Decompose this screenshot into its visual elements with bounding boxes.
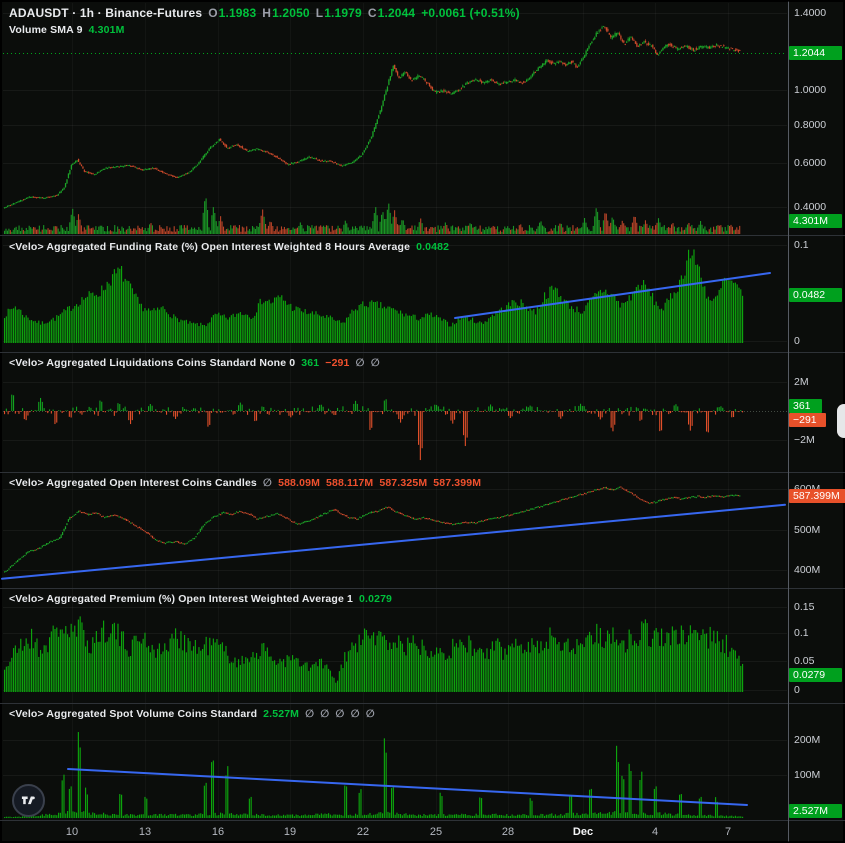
legend-part: 588.09M <box>278 477 320 489</box>
legend-part: 1.2044 <box>377 6 416 20</box>
time-tick-label: 10 <box>65 826 79 838</box>
legend-part: <Velo> Aggregated Open Interest Coins Ca… <box>9 477 257 489</box>
axis-tick-label: 0.1 <box>794 239 809 251</box>
time-tick-label: 28 <box>501 826 515 838</box>
open-interest-legend[interactable]: <Velo> Aggregated Open Interest Coins Ca… <box>9 477 487 489</box>
funding-legend[interactable]: <Velo> Aggregated Funding Rate (%) Open … <box>9 241 455 253</box>
legend-part: ∅ <box>305 708 315 720</box>
legend-part: ∅ <box>320 708 330 720</box>
price-badge: 587.399M <box>789 489 845 503</box>
legend-part: O <box>208 6 218 20</box>
premium-legend[interactable]: <Velo> Aggregated Premium (%) Open Inter… <box>9 593 398 605</box>
legend-part: ∅ <box>365 708 375 720</box>
legend-part: ∅ <box>262 477 273 489</box>
tradingview-logo-icon[interactable] <box>12 784 45 817</box>
tv-glyph-icon <box>21 796 35 805</box>
time-tick-label: 13 <box>138 826 152 838</box>
legend-part: ∅ <box>370 357 380 369</box>
axis-tick-label: 1.0000 <box>794 84 827 96</box>
axis-tick-label: 0.1 <box>794 627 809 639</box>
price-badge: 0.0482 <box>789 288 842 302</box>
legend-part: 0.0482 <box>416 241 450 253</box>
time-tick-label: 25 <box>429 826 443 838</box>
axis-tick-label: 100M <box>794 769 821 781</box>
legend-part: C <box>367 6 377 20</box>
time-tick-label: 16 <box>211 826 225 838</box>
liquidations-legend[interactable]: <Velo> Aggregated Liquidations Coins Sta… <box>9 357 386 369</box>
time-tick-label: 19 <box>283 826 297 838</box>
time-tick-label: 22 <box>356 826 370 838</box>
symbol-legend[interactable]: ADAUSDT · 1h · Binance-Futures O1.1983 H1.… <box>9 6 526 20</box>
legend-part: <Velo> Aggregated Spot Volume Coins Stan… <box>9 708 258 720</box>
axis-tick-label: 0.6000 <box>794 157 827 169</box>
legend-part: 587.399M <box>433 477 482 489</box>
axis-tick-label: 0.15 <box>794 601 815 613</box>
legend-part: 1.1983 <box>218 6 257 20</box>
legend-part: L <box>315 6 324 20</box>
legend-part: 1.2050 <box>272 6 310 20</box>
price-badge: 361 <box>789 399 822 413</box>
legend-part: 1.1979 <box>324 6 362 20</box>
legend-part: 587.325M <box>379 477 428 489</box>
legend-part: <Velo> Aggregated Premium (%) Open Inter… <box>9 593 354 605</box>
legend-part: 361 <box>301 357 320 369</box>
time-tick-label: 7 <box>724 826 732 838</box>
price-badge: 1.2044 <box>789 46 842 60</box>
axis-tick-label: 0.05 <box>794 655 815 667</box>
spot-volume-legend[interactable]: <Velo> Aggregated Spot Volume Coins Stan… <box>9 708 381 720</box>
legend-part: ADAUSDT · 1h · Binance-Futures <box>9 6 203 20</box>
legend-part: ∅ <box>335 708 345 720</box>
price-badge: 2.527M <box>789 804 842 818</box>
legend-part: <Velo> Aggregated Funding Rate (%) Open … <box>9 241 411 253</box>
legend-part: −291 <box>325 357 350 369</box>
legend-part: Volume SMA 9 <box>9 24 83 36</box>
axis-tick-label: −2M <box>794 434 815 446</box>
price-badge: 0.0279 <box>789 668 842 682</box>
legend-part: 2.527M <box>263 708 300 720</box>
legend-part: ∅ <box>350 708 360 720</box>
price-badge: −291 <box>789 413 826 427</box>
axis-tick-label: 200M <box>794 734 821 746</box>
legend-part: 0.0279 <box>359 593 393 605</box>
legend-part: 4.301M <box>88 24 125 36</box>
axis-tick-label: 400M <box>794 564 821 576</box>
axis-tick-label: 0.4000 <box>794 201 827 213</box>
price-badge: 4.301M <box>789 214 842 228</box>
time-tick-label: Dec <box>572 826 594 838</box>
axis-tick-label: 1.4000 <box>794 7 827 19</box>
axis-tick-label: 0 <box>794 684 800 696</box>
legend-part: ∅ <box>355 357 365 369</box>
side-toolbar-handle[interactable] <box>837 404 845 438</box>
legend-part: H <box>262 6 272 20</box>
axis-tick-label: 0 <box>794 335 800 347</box>
axis-tick-label: 500M <box>794 524 821 536</box>
axis-tick-label: 0.8000 <box>794 119 827 131</box>
legend-part: <Velo> Aggregated Liquidations Coins Sta… <box>9 357 296 369</box>
axis-tick-label: 2M <box>794 376 809 388</box>
volume-legend[interactable]: Volume SMA 9 4.301M <box>9 24 131 36</box>
legend-part: +0.0061 (+0.51%) <box>421 6 520 20</box>
tradingview-chart-window: ADAUSDT · 1h · Binance-Futures O1.1983 H1.… <box>0 0 845 843</box>
legend-part: 588.117M <box>326 477 374 489</box>
time-tick-label: 4 <box>651 826 659 838</box>
